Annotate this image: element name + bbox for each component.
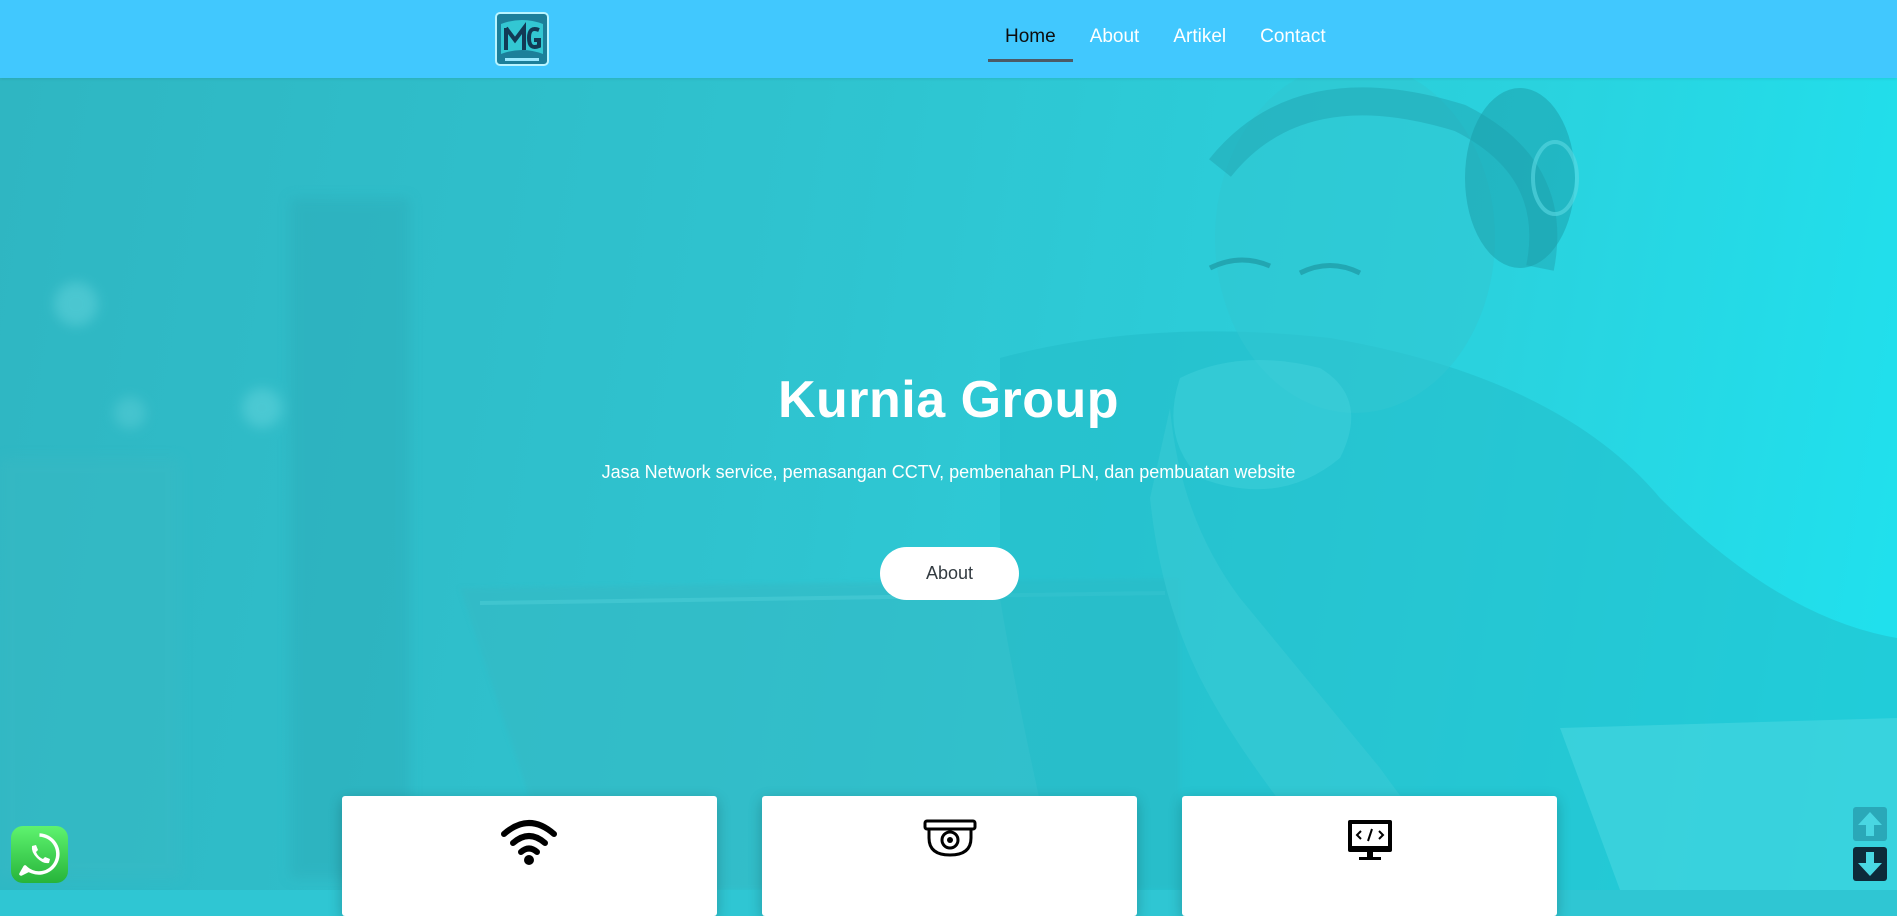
arrow-down-icon (1858, 852, 1882, 876)
logo[interactable] (493, 10, 551, 68)
cctv-camera-icon (923, 819, 977, 857)
service-card-web[interactable] (1182, 796, 1557, 916)
whatsapp-button[interactable] (11, 826, 68, 883)
hero-about-button[interactable]: About (880, 547, 1019, 600)
whatsapp-icon (19, 833, 60, 876)
scroll-down-button[interactable] (1853, 847, 1887, 881)
hero-title: Kurnia Group (777, 371, 1120, 429)
hero-background-image (0, 78, 1897, 890)
nav-menu: Home About Artikel Contact (988, 0, 1343, 78)
navbar: Home About Artikel Contact (0, 0, 1897, 78)
nav-artikel[interactable]: Artikel (1156, 0, 1243, 74)
scroll-up-button[interactable] (1853, 807, 1887, 841)
logo-icon (495, 12, 549, 66)
nav-contact[interactable]: Contact (1243, 0, 1342, 74)
service-card-network[interactable] (342, 796, 717, 916)
hero-section: Kurnia Group Jasa Network service, pemas… (0, 78, 1897, 890)
nav-home[interactable]: Home (988, 0, 1073, 74)
hero-subtitle: Jasa Network service, pemasangan CCTV, p… (601, 462, 1296, 482)
arrow-up-icon (1858, 812, 1882, 836)
service-card-cctv[interactable] (762, 796, 1137, 916)
web-code-icon (1348, 820, 1392, 860)
nav-about[interactable]: About (1073, 0, 1157, 74)
wifi-icon (501, 820, 557, 865)
